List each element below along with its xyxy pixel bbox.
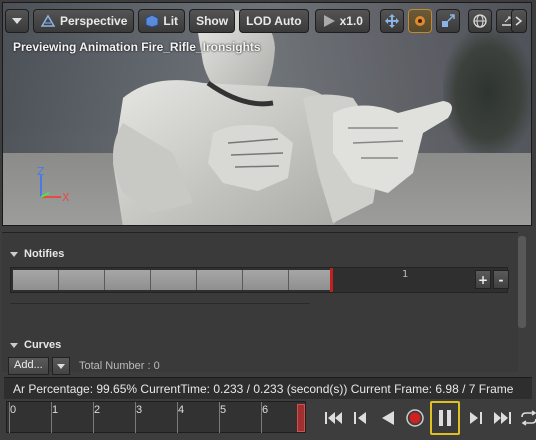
globe-icon: [473, 14, 487, 28]
playback-status-bar: Ar Percentage: 99.65% CurrentTime: 0.233…: [4, 377, 532, 399]
rotate-mode-button[interactable]: [407, 9, 432, 33]
scale-icon: [441, 14, 455, 27]
add-curve-button[interactable]: Add...: [8, 357, 49, 375]
viewport-options-dropdown[interactable]: [5, 9, 29, 33]
perspective-button[interactable]: Perspective: [33, 9, 135, 33]
rotate-icon: [414, 16, 425, 26]
chevron-down-icon: [12, 18, 22, 24]
timeline-tick-label: 0: [10, 404, 17, 416]
move-arrows-icon: [384, 14, 399, 28]
notify-track[interactable]: 1: [10, 267, 508, 293]
viewport-expand-button[interactable]: [511, 9, 527, 33]
curves-title: Curves: [24, 339, 62, 351]
track-segment: [197, 270, 243, 290]
record-icon: [406, 409, 424, 427]
loop-button[interactable]: [517, 404, 536, 432]
track-segment: [151, 270, 197, 290]
collapse-triangle-icon: [10, 251, 18, 257]
pause-icon: [439, 410, 451, 426]
axis-z-label: Z: [37, 165, 45, 178]
scale-mode-button[interactable]: [435, 9, 460, 33]
perspective-label: Perspective: [60, 14, 128, 28]
play-reverse-icon: [382, 411, 394, 425]
axis-gizmo-icon: Z X: [37, 165, 70, 204]
chevron-right-icon: [515, 16, 523, 26]
track-segment: [289, 270, 331, 290]
timeline-tick-label: 5: [220, 404, 227, 416]
play-reverse-button[interactable]: [376, 404, 400, 432]
collapse-triangle-icon: [10, 342, 18, 348]
lit-button[interactable]: Lit: [138, 9, 186, 33]
timeline-playhead[interactable]: [297, 404, 305, 432]
timeline-tick-label: 3: [136, 404, 143, 416]
skip-to-end-icon: [494, 412, 511, 424]
remove-track-button[interactable]: -: [493, 270, 509, 289]
lit-label: Lit: [163, 14, 179, 28]
add-track-button[interactable]: +: [475, 270, 491, 289]
play-speed-icon: [323, 15, 335, 27]
track-segment: [243, 270, 289, 290]
notifies-scrollbar[interactable]: [518, 236, 526, 328]
add-curve-dropdown[interactable]: [52, 357, 70, 375]
record-button[interactable]: [403, 404, 427, 432]
character-mannequin: [113, 10, 452, 225]
track-segment: [105, 270, 151, 290]
step-back-icon: [354, 412, 366, 424]
track-number: 1: [402, 269, 409, 280]
notifies-title: Notifies: [24, 248, 65, 260]
step-back-button[interactable]: [349, 404, 373, 432]
axis-x-label: X: [62, 191, 70, 204]
pause-button[interactable]: [430, 401, 460, 435]
preview-viewport[interactable]: Perspective Lit Show LOD Auto x1.0 Previ…: [2, 2, 532, 226]
step-forward-button[interactable]: [463, 404, 487, 432]
track-segment: [59, 270, 105, 290]
translate-mode-button[interactable]: [379, 9, 404, 33]
to-end-button[interactable]: [490, 404, 514, 432]
timeline-tick-label: 4: [178, 404, 185, 416]
timeline-tick-label: 1: [52, 404, 59, 416]
world-local-toggle-button[interactable]: [467, 9, 492, 33]
speed-label: x1.0: [339, 14, 363, 28]
chevron-down-icon: [57, 364, 65, 369]
curves-total-number: Total Number : 0: [79, 360, 160, 372]
timeline-tick-label: 2: [94, 404, 101, 416]
viewport-toolbar: Perspective Lit Show LOD Auto x1.0: [5, 7, 520, 35]
timeline-scrubber[interactable]: 0 1 2 3 4 5 6: [6, 401, 306, 433]
transport-controls: [322, 401, 536, 435]
track-segment: [13, 270, 59, 290]
lod-button[interactable]: LOD Auto: [239, 9, 309, 33]
show-label: Show: [196, 14, 229, 28]
cube-icon: [145, 14, 159, 28]
perspective-icon: [40, 14, 56, 27]
notifies-panel: [2, 232, 518, 372]
notify-track-segments: [13, 270, 331, 290]
animation-editor: Perspective Lit Show LOD Auto x1.0 Previ…: [0, 0, 536, 440]
step-forward-icon: [470, 412, 482, 424]
preview-caption: Previewing Animation Fire_Rifle_Ironsigh…: [13, 40, 261, 54]
skip-to-start-icon: [325, 412, 342, 424]
loop-icon: [521, 410, 536, 426]
playhead-marker: [330, 268, 333, 292]
notifies-header[interactable]: Notifies: [10, 248, 64, 260]
playback-speed-button[interactable]: x1.0: [314, 9, 370, 33]
timeline-tick-label: 6: [262, 404, 269, 416]
separator-line: [10, 303, 310, 304]
to-start-button[interactable]: [322, 404, 346, 432]
curves-header[interactable]: Curves: [10, 339, 61, 351]
show-button[interactable]: Show: [189, 9, 236, 33]
lod-label: LOD Auto: [246, 14, 302, 28]
